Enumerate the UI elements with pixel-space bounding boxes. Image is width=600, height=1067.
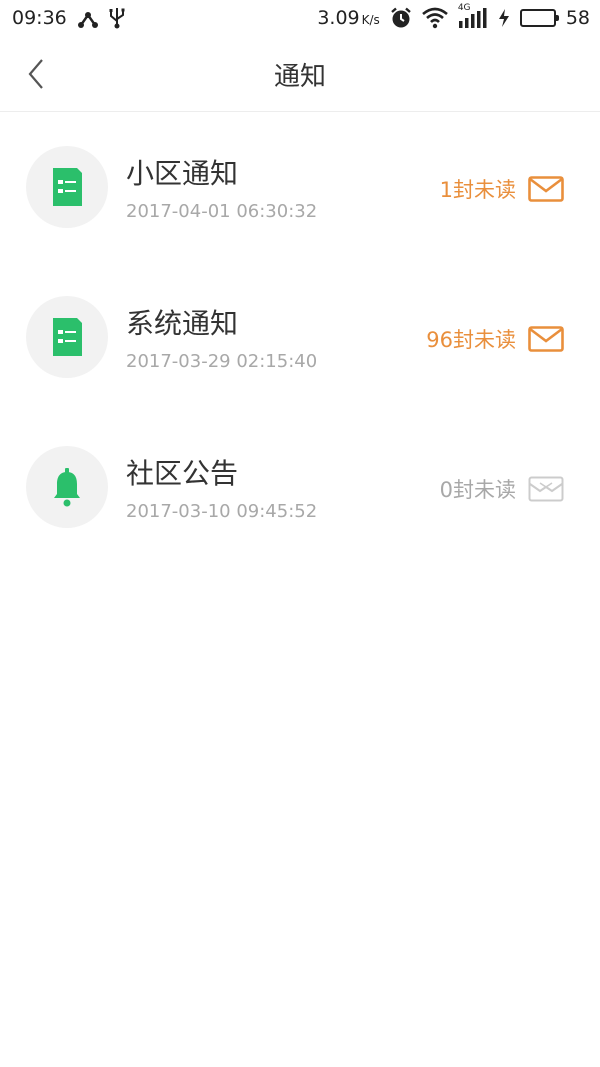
network-type: 4G — [457, 3, 471, 13]
unread-indicator: 1封未读 — [440, 174, 564, 204]
unread-indicator: 96封未读 — [426, 324, 564, 354]
bell-icon — [54, 468, 80, 507]
avatar — [26, 146, 108, 228]
battery-percent: 58 — [565, 7, 590, 29]
usb-icon — [109, 7, 125, 29]
notification-time: 2017-03-29 02:15:40 — [126, 351, 318, 372]
document-icon — [53, 168, 82, 206]
notification-title: 系统通知 — [126, 307, 239, 340]
notification-time: 2017-03-10 09:45:52 — [126, 501, 318, 522]
avatar — [26, 446, 108, 528]
notification-list: 小区通知 2017-04-01 06:30:32 1封未读 系统通知 2017-… — [0, 112, 600, 562]
share-icon — [77, 7, 99, 29]
notification-item-system[interactable]: 系统通知 2017-03-29 02:15:40 96封未读 — [0, 262, 600, 412]
notification-title: 小区通知 — [126, 157, 239, 190]
notification-item-community[interactable]: 小区通知 2017-04-01 06:30:32 1封未读 — [0, 112, 600, 262]
notification-title: 社区公告 — [126, 457, 239, 490]
status-left: 09:36 — [12, 7, 125, 29]
page-title: 通知 — [273, 62, 326, 92]
unread-count: 96封未读 — [426, 328, 516, 352]
unread-count: 1封未读 — [439, 178, 516, 202]
notification-item-announcement[interactable]: 社区公告 2017-03-10 09:45:52 0封未读 — [0, 412, 600, 562]
alarm-icon — [390, 7, 412, 29]
wifi-icon — [421, 7, 448, 29]
document-icon — [53, 318, 82, 356]
status-bar: 09:36 3.09 K/s 4G 58 — [0, 0, 600, 36]
notification-time: 2017-04-01 06:30:32 — [126, 201, 318, 222]
mail-icon — [528, 326, 564, 352]
status-time: 09:36 — [12, 7, 67, 29]
status-right: 3.09 K/s 4G 58 — [317, 3, 590, 29]
speed-unit: K/s — [361, 13, 380, 27]
unread-indicator: 0封未读 — [440, 474, 564, 504]
unread-count: 0封未读 — [439, 478, 516, 502]
battery-icon — [519, 9, 559, 27]
mail-icon — [528, 176, 564, 202]
avatar — [26, 296, 108, 378]
network-speed: 3.09 K/s — [317, 7, 379, 29]
signal-icon: 4G — [458, 3, 488, 29]
nav-bar: 通知 — [0, 36, 600, 112]
speed-value: 3.09 — [317, 7, 360, 29]
charging-icon — [498, 8, 510, 28]
open-mail-icon — [528, 476, 564, 502]
